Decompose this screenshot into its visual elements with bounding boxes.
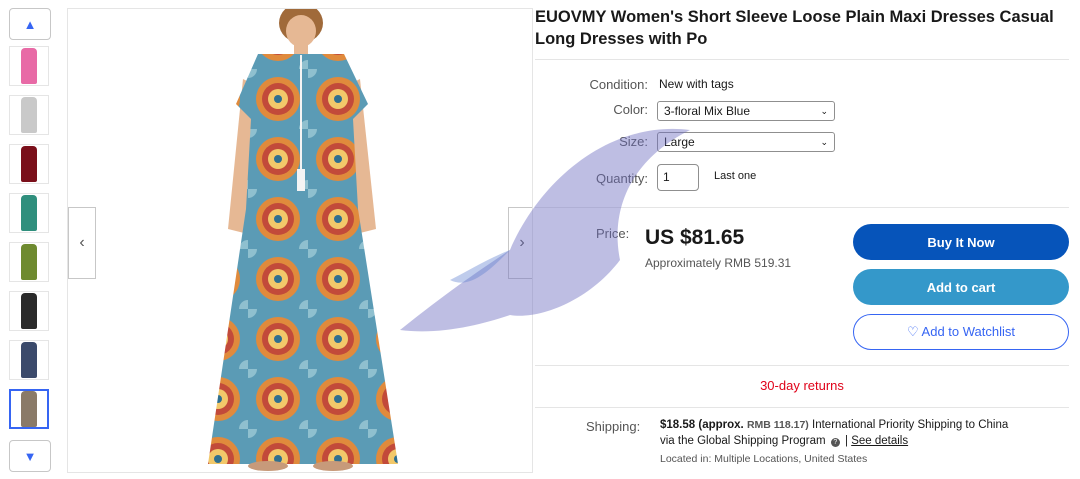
price-value: US $81.65 [645,226,745,249]
thumbnail-item[interactable] [9,389,49,429]
shipping-cost: $18.58 (approx. [660,419,744,431]
add-to-watchlist-button[interactable]: ♡ Add to Watchlist [853,314,1069,350]
listing-title: EUOVMY Women's Short Sleeve Loose Plain … [535,8,1054,48]
divider [535,365,1069,366]
size-select-value: Large [664,135,695,149]
quantity-label: Quantity: [595,171,648,186]
returns-policy: 30-day returns [760,378,844,393]
price-approx: Approximately RMB 519.31 [645,256,792,270]
thumbnail-image [21,195,37,231]
shipping-method: International Priority Shipping to China [812,419,1009,431]
thumbnail-image [21,146,37,182]
chevron-up-icon: ▲ [23,16,37,32]
chevron-down-icon: ▼ [23,448,37,464]
condition-label: Condition: [589,77,648,92]
thumbnail-image [21,244,37,280]
size-select[interactable]: Large ⌄ [657,132,835,152]
condition-value: New with tags [659,77,734,91]
thumbnail-scroll-up-button[interactable]: ▲ [9,8,51,40]
thumbnail-image [21,293,37,329]
price-label: Price: [596,226,630,241]
shipping-label: Shipping: [586,419,641,434]
thumbnail-item[interactable] [9,291,49,331]
shipping-program-line: via the Global Shipping Program ? | See … [660,435,908,447]
thumbnail-scroll-down-button[interactable]: ▼ [9,440,51,472]
buy-it-now-button[interactable]: Buy It Now [853,224,1069,260]
thumbnail-image [21,97,37,133]
dress-photo [208,9,398,471]
shipping-cost-rmb: RMB 118.17) [746,419,809,431]
quantity-input[interactable]: 1 [657,164,699,191]
item-location: Located in: Multiple Locations, United S… [660,453,868,465]
next-image-button[interactable]: › [508,207,532,279]
thumbnail-item[interactable] [9,340,49,380]
separator: | [844,435,848,447]
quantity-note: Last one [714,170,757,182]
thumbnail-item[interactable] [9,193,49,233]
thumbnail-item[interactable] [9,46,49,86]
divider [535,407,1069,408]
thumbnail-item[interactable] [9,95,49,135]
shipping-program: via the Global Shipping Program [660,435,826,447]
size-label: Size: [619,134,648,149]
see-details-link[interactable]: See details [851,435,908,447]
thumbnail-item[interactable] [9,242,49,282]
chevron-left-icon: ‹ [79,234,85,251]
color-select-value: 3-floral Mix Blue [664,104,751,118]
add-to-cart-button[interactable]: Add to cart [853,269,1069,305]
main-product-image[interactable]: ‹ › [67,8,533,473]
shipping-cost-line: $18.58 (approx. RMB 118.17) Internationa… [660,419,1008,431]
divider [535,207,1069,208]
color-label: Color: [613,102,648,117]
thumbnail-image [21,48,37,84]
color-select[interactable]: 3-floral Mix Blue ⌄ [657,101,835,121]
info-icon: ? [830,438,840,447]
chevron-down-icon: ⌄ [820,105,828,116]
chevron-right-icon: › [519,234,525,251]
divider [535,59,1069,60]
previous-image-button[interactable]: ‹ [68,207,96,279]
chevron-down-icon: ⌄ [820,136,828,147]
thumbnail-image [21,391,37,427]
thumbnail-item[interactable] [9,144,49,184]
thumbnail-image [21,342,37,378]
